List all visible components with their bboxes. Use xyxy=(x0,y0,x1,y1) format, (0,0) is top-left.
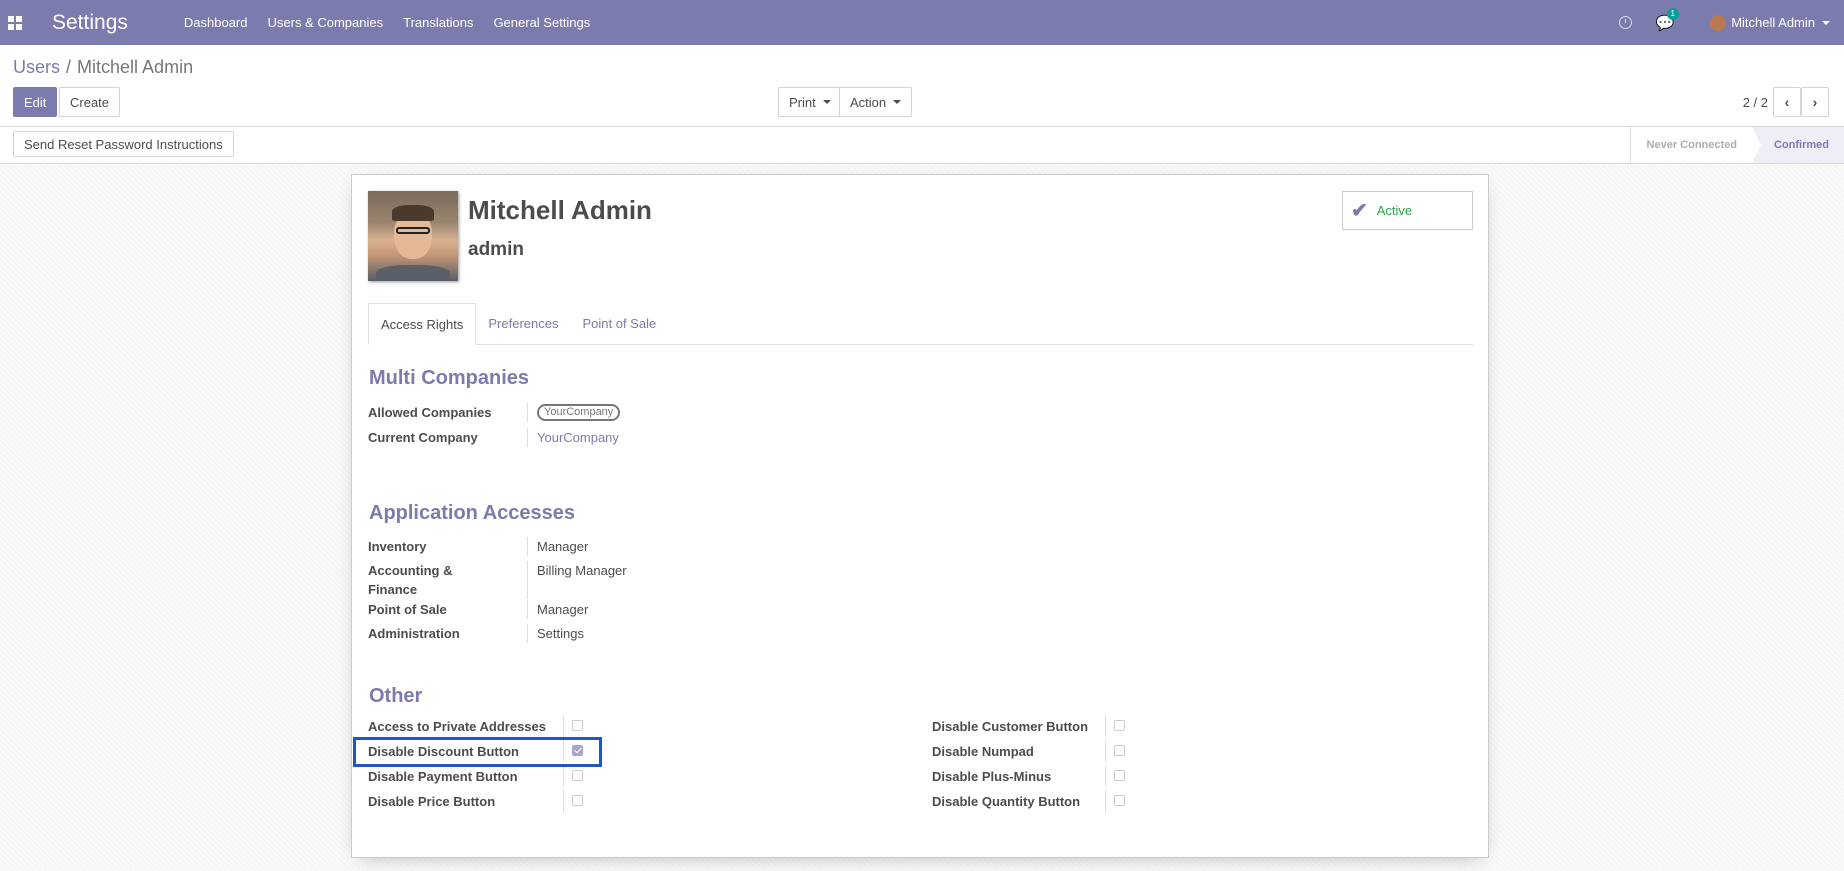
private-addresses-label: Access to Private Addresses xyxy=(368,719,547,734)
check-icon: ✔ xyxy=(1351,200,1368,222)
avatar xyxy=(1710,14,1727,31)
point-of-sale-label: Point of Sale xyxy=(368,602,447,617)
disable-discount-label: Disable Discount Button xyxy=(368,744,519,759)
breadcrumb: Users / Mitchell Admin xyxy=(13,57,193,78)
app-title: Settings xyxy=(52,10,128,34)
chevron-down-icon xyxy=(893,100,902,104)
checkbox-icon xyxy=(572,770,583,781)
allowed-companies-label: Allowed Companies xyxy=(368,405,492,420)
pager: 2 / 2 ‹ › xyxy=(1743,87,1829,117)
checkbox-icon xyxy=(1114,745,1125,756)
action-label: Action xyxy=(850,94,887,110)
create-button[interactable]: Create xyxy=(59,87,121,117)
pager-previous-button[interactable]: ‹ xyxy=(1773,87,1801,117)
chevron-down-icon xyxy=(822,100,831,104)
chat-icon[interactable]: 💬 1 xyxy=(1656,7,1679,32)
user-menu-name: Mitchell Admin xyxy=(1731,15,1815,30)
company-tag[interactable]: YourCompany xyxy=(537,404,621,421)
edit-button[interactable]: Edit xyxy=(13,87,58,117)
activity-clock-icon[interactable] xyxy=(1618,16,1632,29)
active-label: Active xyxy=(1376,203,1413,218)
send-reset-password-button[interactable]: Send Reset Password Instructions xyxy=(13,131,234,157)
administration-label: Administration xyxy=(368,626,460,641)
disable-numpad-checkbox[interactable] xyxy=(1105,740,1128,762)
chat-count-badge: 1 xyxy=(1666,7,1679,20)
checkbox-icon xyxy=(572,795,583,806)
print-dropdown-button[interactable]: Print xyxy=(778,87,842,117)
inventory-value: Manager xyxy=(527,537,588,556)
section-title-other: Other xyxy=(369,685,423,707)
disable-quantity-label: Disable Quantity Button xyxy=(932,794,1081,809)
user-name-title: Mitchell Admin xyxy=(468,195,652,225)
disable-payment-label: Disable Payment Button xyxy=(368,769,518,784)
menu-general-settings[interactable]: General Settings xyxy=(493,15,590,30)
breadcrumb-separator: / xyxy=(66,57,72,77)
active-toggle-button[interactable]: ✔ Active xyxy=(1342,191,1473,230)
administration-value: Settings xyxy=(527,624,584,643)
status-steps: Never Connected Confirmed xyxy=(1629,127,1844,163)
disable-customer-checkbox[interactable] xyxy=(1105,715,1128,737)
breadcrumb-users-link[interactable]: Users xyxy=(13,57,60,77)
breadcrumb-current: Mitchell Admin xyxy=(77,57,194,77)
chevron-right-icon: › xyxy=(1812,94,1818,110)
form-tabs: Access Rights Preferences Point of Sale xyxy=(368,303,1473,345)
user-photo[interactable] xyxy=(368,191,458,281)
menu-translations[interactable]: Translations xyxy=(403,15,473,30)
disable-price-label: Disable Price Button xyxy=(368,794,496,809)
private-addresses-checkbox[interactable] xyxy=(563,715,586,737)
apps-menu-icon[interactable] xyxy=(8,15,22,30)
section-title-application-accesses: Application Accesses xyxy=(369,502,576,524)
accounting-value: Billing Manager xyxy=(527,561,627,599)
checkbox-icon xyxy=(1114,720,1125,731)
disable-discount-checkbox[interactable] xyxy=(563,740,586,762)
disable-plus-minus-checkbox[interactable] xyxy=(1105,765,1128,787)
control-panel: Users / Mitchell Admin Edit Create Print A… xyxy=(0,45,1844,127)
status-step-confirmed: Confirmed xyxy=(1752,127,1844,163)
pager-value[interactable]: 2 / 2 xyxy=(1743,95,1768,110)
checkbox-icon xyxy=(1114,770,1125,781)
disable-plus-minus-label: Disable Plus-Minus xyxy=(932,769,1052,784)
accounting-label-line2: Finance xyxy=(368,582,418,597)
disable-quantity-checkbox[interactable] xyxy=(1105,790,1128,812)
status-step-never-connected: Never Connected xyxy=(1646,139,1737,151)
form-sheet: Mitchell Admin admin ✔ Active Access Rig… xyxy=(351,174,1489,858)
current-company-label: Current Company xyxy=(368,430,478,445)
tab-access-rights[interactable]: Access Rights xyxy=(368,303,477,345)
menu-users-companies[interactable]: Users & Companies xyxy=(268,15,384,30)
tab-point-of-sale[interactable]: Point of Sale xyxy=(570,303,668,344)
form-statusbar: Send Reset Password Instructions Never C… xyxy=(0,127,1844,164)
checkbox-icon xyxy=(572,720,583,731)
inventory-label: Inventory xyxy=(368,539,427,554)
disable-payment-checkbox[interactable] xyxy=(563,765,586,787)
accounting-label: Accounting & Finance xyxy=(368,561,453,599)
pager-next-button[interactable]: › xyxy=(1801,87,1829,117)
top-navbar: Settings Dashboard Users & Companies Tra… xyxy=(0,0,1844,45)
chevron-down-icon xyxy=(1822,20,1830,25)
disable-customer-label: Disable Customer Button xyxy=(932,719,1089,734)
checkbox-checked-icon xyxy=(572,745,583,756)
disable-numpad-label: Disable Numpad xyxy=(932,744,1034,759)
allowed-companies-field: YourCompany xyxy=(527,403,621,422)
checkbox-icon xyxy=(1114,795,1125,806)
point-of-sale-value: Manager xyxy=(527,600,588,619)
disable-price-checkbox[interactable] xyxy=(563,790,586,812)
tab-preferences[interactable]: Preferences xyxy=(476,303,570,344)
accounting-label-line1: Accounting & xyxy=(368,563,453,578)
menu-dashboard[interactable]: Dashboard xyxy=(184,15,248,30)
action-dropdown-button[interactable]: Action xyxy=(839,87,913,117)
print-label: Print xyxy=(789,94,816,110)
chevron-left-icon: ‹ xyxy=(1784,94,1790,110)
user-menu[interactable]: Mitchell Admin xyxy=(1710,14,1830,31)
user-login: admin xyxy=(468,239,524,260)
section-title-multi-companies: Multi Companies xyxy=(369,367,530,389)
current-company-link[interactable]: YourCompany xyxy=(527,428,619,447)
